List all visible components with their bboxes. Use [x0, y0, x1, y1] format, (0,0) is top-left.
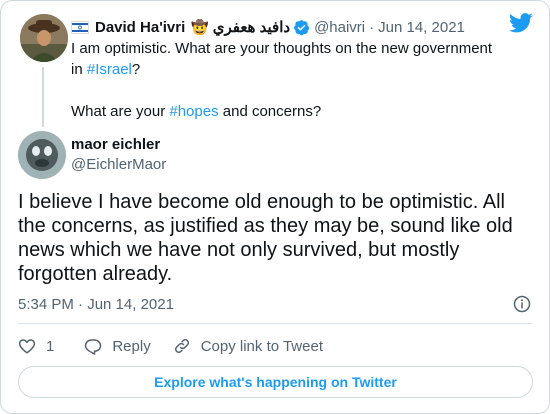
like-button[interactable]: 1	[18, 337, 54, 355]
parent-arabic-name[interactable]: دافيد هعفري	[213, 18, 290, 36]
heart-icon	[18, 339, 36, 354]
main-display-name[interactable]: maor eichler	[71, 136, 160, 153]
tweet-timestamp[interactable]: 5:34 PM · Jun 14, 2021	[18, 296, 174, 313]
reply-button[interactable]: Reply	[84, 337, 151, 355]
parent-text-question-mark: ?	[131, 61, 141, 78]
parent-avatar[interactable]	[20, 14, 68, 62]
parent-tweet-text: I am optimistic. What are your thoughts …	[71, 38, 501, 122]
hashtag-hopes-link[interactable]: #hopes	[169, 103, 218, 120]
action-bar: 1 Reply Copy link to Tweet	[18, 336, 323, 356]
main-handle[interactable]: @EichlerMaor	[71, 156, 166, 173]
parent-text-line2-start: What are your	[71, 103, 170, 120]
reply-bubble-icon	[85, 339, 102, 355]
divider	[18, 323, 533, 324]
meta-separator: ·	[369, 18, 375, 36]
parent-text-line2-end: and concerns?	[218, 103, 322, 120]
like-count: 1	[46, 337, 55, 355]
copy-link-button[interactable]: Copy link to Tweet	[173, 337, 323, 355]
explore-twitter-button[interactable]: Explore what's happening on Twitter	[18, 366, 533, 398]
parent-handle[interactable]: @haivri	[314, 19, 365, 36]
copy-link-label: Copy link to Tweet	[200, 337, 323, 355]
main-tweet-text: I believe I have become old enough to be…	[18, 191, 513, 285]
cowboy-emoji-icon: 🤠	[191, 18, 209, 35]
twitter-bird-icon[interactable]	[509, 13, 533, 33]
parent-date[interactable]: Jun 14, 2021	[378, 19, 465, 36]
israel-flag-icon: ✡	[71, 20, 89, 34]
verified-badge-icon	[294, 19, 310, 35]
thread-connector-line	[42, 67, 44, 127]
reply-label: Reply	[112, 337, 151, 355]
main-avatar[interactable]	[18, 131, 66, 179]
embedded-tweet-card: ✡ David Ha'ivri 🤠 دافيد هعفري @haivri · …	[0, 0, 550, 414]
link-icon	[174, 338, 189, 354]
hashtag-israel-link[interactable]: #Israel	[87, 61, 132, 78]
parent-tweet-header: ✡ David Ha'ivri 🤠 دافيد هعفري @haivri · …	[71, 16, 465, 38]
info-icon[interactable]	[513, 295, 531, 313]
parent-display-name[interactable]: David Ha'ivri	[95, 19, 185, 36]
